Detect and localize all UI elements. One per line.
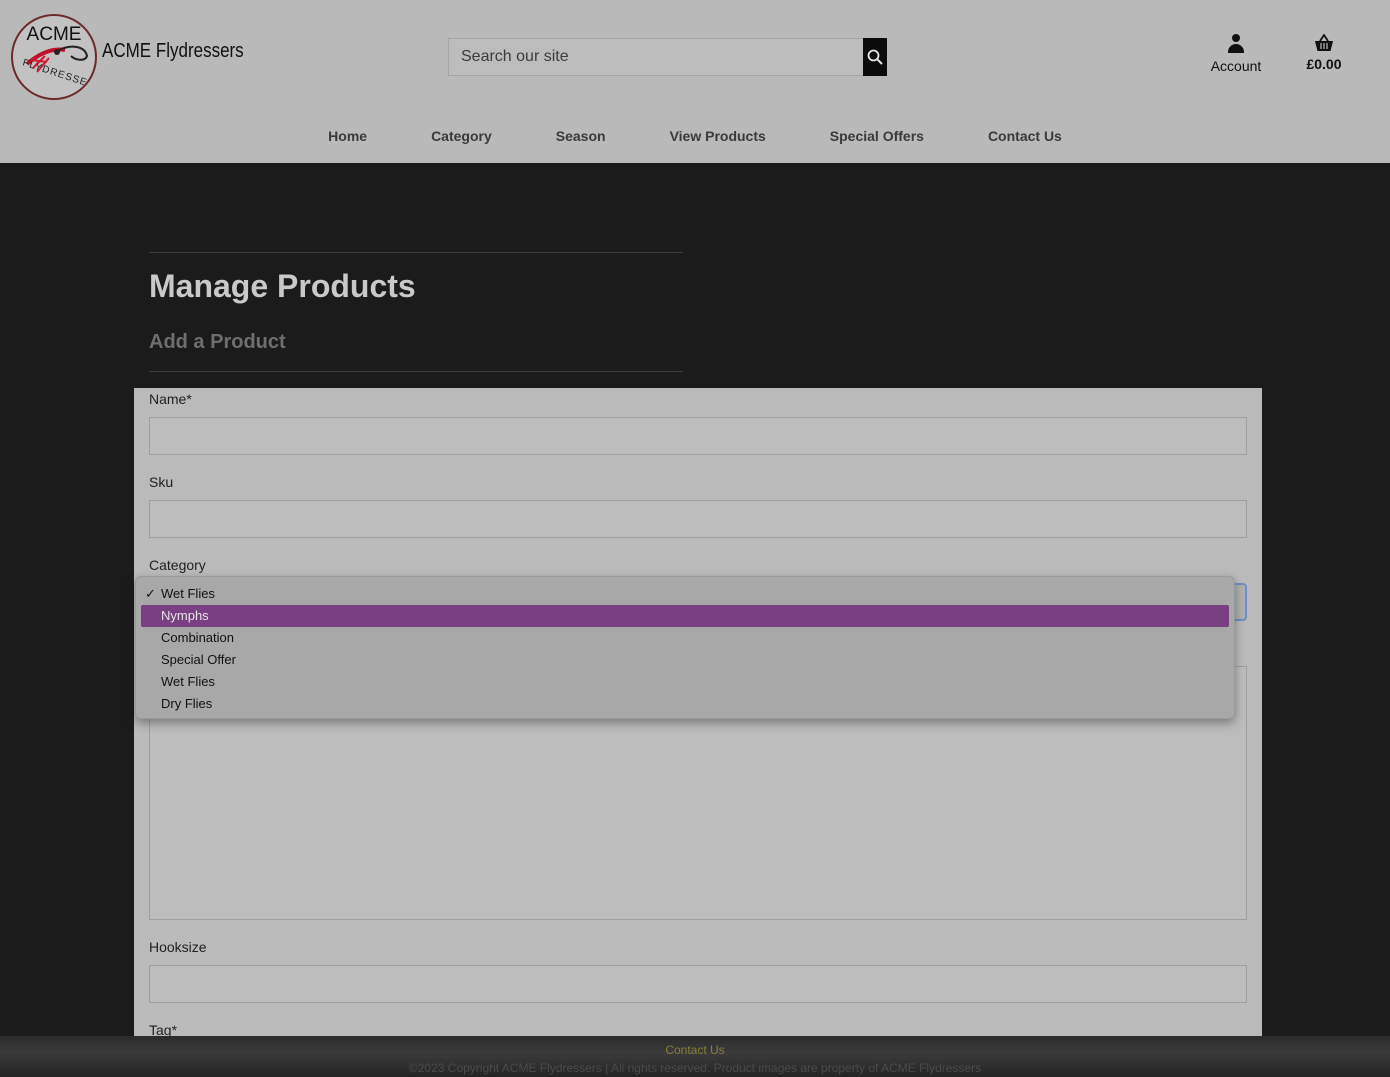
search-input[interactable]: Search our site (448, 38, 864, 76)
footer-copyright: ©2023 Copyright ACME Flydressers | All r… (408, 1061, 982, 1075)
account-label: Account (1210, 58, 1262, 74)
name-input[interactable] (149, 417, 1247, 455)
brand-logo[interactable]: ACME FLYDRESSERS (11, 14, 97, 100)
name-label: Name* (149, 391, 192, 407)
page-subtitle: Add a Product (149, 331, 286, 353)
category-option[interactable]: Combination (136, 627, 1234, 649)
option-label: Wet Flies (161, 674, 215, 689)
category-option-highlighted[interactable]: Nymphs (141, 605, 1229, 627)
nav-season[interactable]: Season (556, 128, 606, 144)
site-header: ACME FLYDRESSERS ACME Flydressers Search… (0, 0, 1390, 163)
nav-category[interactable]: Category (431, 128, 492, 144)
nav-contact-us[interactable]: Contact Us (988, 128, 1062, 144)
category-option[interactable]: Special Offer (136, 649, 1234, 671)
divider-bottom (149, 371, 683, 372)
divider-top (149, 252, 683, 253)
footer-contact-link[interactable]: Contact Us (0, 1043, 1390, 1057)
category-option[interactable]: Dry Flies (136, 693, 1234, 715)
sku-label: Sku (149, 474, 174, 490)
basket-icon (1315, 34, 1333, 51)
account-link[interactable]: Account (1200, 34, 1272, 74)
page-title: Manage Products (149, 268, 416, 304)
option-label: Dry Flies (161, 696, 213, 711)
option-label: Special Offer (161, 652, 236, 667)
nav-home[interactable]: Home (328, 128, 367, 144)
brand-name[interactable]: ACME Flydressers (102, 40, 244, 63)
main-nav: Home Category Season View Products Speci… (0, 128, 1390, 144)
option-label: Combination (161, 630, 234, 645)
basket-link[interactable]: £0.00 (1298, 34, 1350, 72)
category-option[interactable]: Wet Flies (136, 671, 1234, 693)
user-icon (1228, 34, 1244, 54)
option-label: Wet Flies (161, 586, 215, 601)
hooksize-input[interactable] (149, 965, 1247, 1003)
category-option[interactable]: ✓ Wet Flies (136, 583, 1234, 605)
category-label: Category (149, 557, 206, 573)
search-icon (867, 49, 883, 65)
sku-input[interactable] (149, 500, 1247, 538)
option-label: Nymphs (161, 608, 209, 623)
category-dropdown-menu: ✓ Wet Flies Nymphs Combination Special O… (135, 576, 1235, 719)
search-button[interactable] (863, 38, 887, 76)
basket-total: £0.00 (1306, 56, 1342, 72)
nav-special-offers[interactable]: Special Offers (830, 128, 924, 144)
nav-view-products[interactable]: View Products (670, 128, 766, 144)
checkmark-icon: ✓ (145, 586, 156, 601)
hooksize-label: Hooksize (149, 939, 207, 955)
site-footer: Contact Us ©2023 Copyright ACME Flydress… (0, 1036, 1390, 1077)
